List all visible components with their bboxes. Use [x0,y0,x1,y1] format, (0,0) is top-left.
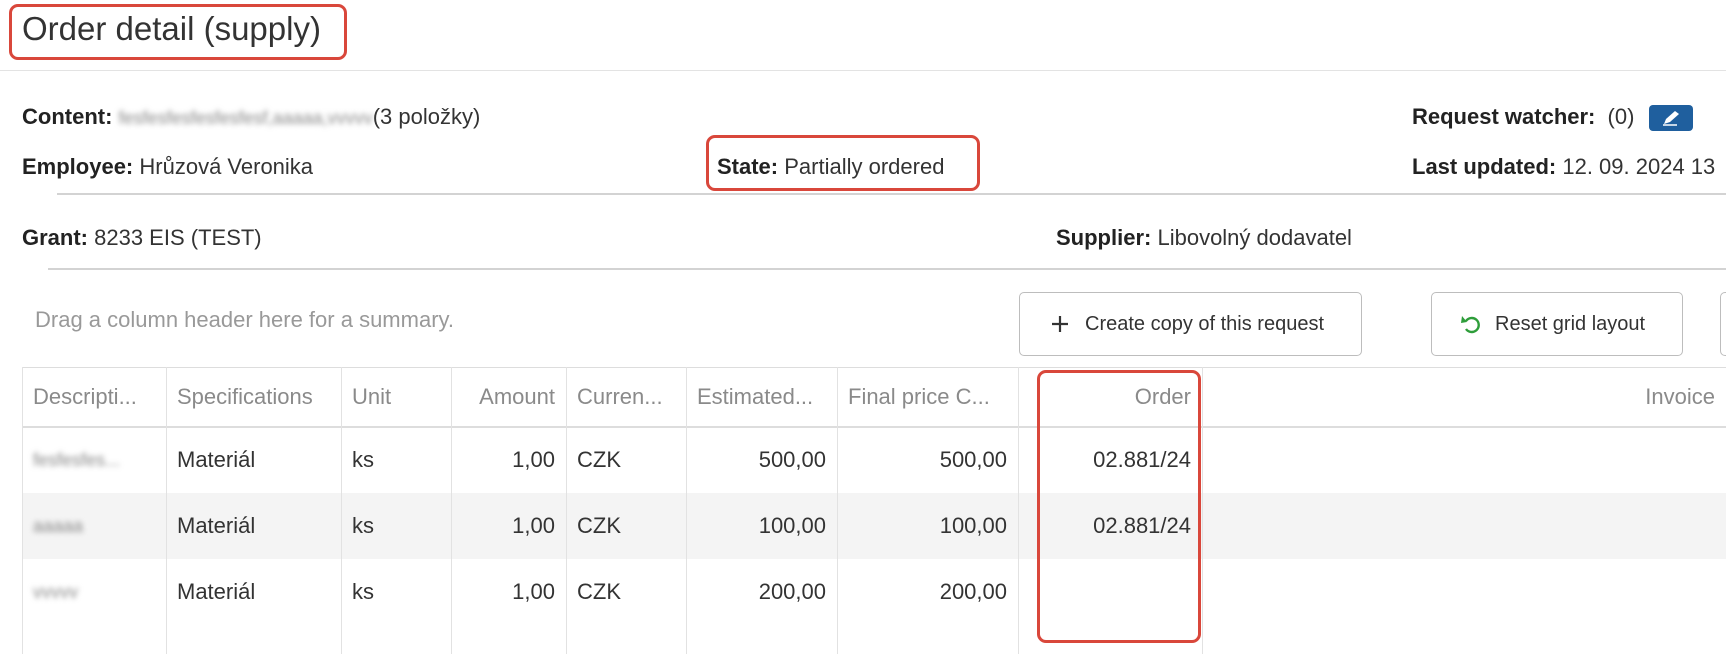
column-separator [166,367,167,654]
watcher-value: (0) [1607,104,1635,129]
grant-value: 8233 EIS (TEST) [94,225,262,250]
employee-field: Employee: Hrůzová Veronika [22,154,313,180]
col-header-invoice[interactable]: Invoice [1202,368,1726,426]
watcher-label: Request watcher: [1412,104,1596,129]
state-highlight [706,135,980,191]
table-row[interactable]: fesfesfes... Materiál ks 1,00 CZK 500,00… [22,427,1726,493]
cell-final-price: 500,00 [939,447,1007,472]
content-count: (3 položky) [372,104,481,129]
content-field: Content: fesfesfesfesfesfesf,aaaaa,vvvvv… [22,104,480,130]
last-updated-field: Last updated: 12. 09. 2024 13 [1412,154,1715,180]
pencil-icon [1662,111,1679,126]
cell-amount: 1,00 [512,513,555,538]
cell-description: aaaaa [33,515,84,536]
updated-label: Last updated: [1412,154,1557,179]
create-copy-button[interactable]: Create copy of this request [1019,292,1362,356]
column-separator [686,367,687,654]
table-row[interactable]: aaaaa Materiál ks 1,00 CZK 100,00 100,00… [22,493,1726,559]
column-separator [22,367,23,654]
title-highlight [9,4,347,60]
grant-divider [48,268,1726,270]
reset-grid-label: Reset grid layout [1495,312,1646,335]
cell-description: vvvvv [33,581,78,602]
cell-currency: CZK [577,513,621,538]
cell-final-price: 200,00 [939,579,1007,604]
content-value: fesfesfesfesfesfesf,aaaaa,vvvvv [118,108,373,128]
edit-watcher-button[interactable] [1648,105,1693,132]
column-separator [566,367,567,654]
col-header-estimated[interactable]: Estimated... [686,368,837,426]
cell-estimated: 500,00 [758,447,826,472]
grant-label: Grant: [22,225,88,250]
col-header-specifications[interactable]: Specifications [166,368,341,426]
table-row[interactable]: vvvvv Materiál ks 1,00 CZK 200,00 200,00 [22,559,1726,625]
group-panel-hint[interactable]: Drag a column header here for a summary. [35,307,454,333]
cell-specifications: Materiál [177,513,256,538]
grid-header-row: Descripti... Specifications Unit Amount … [22,367,1726,428]
employee-value: Hrůzová Veronika [139,154,314,179]
cell-unit: ks [352,513,374,538]
cell-invoice [1202,427,1726,493]
cell-invoice [1202,559,1726,625]
plus-icon [1052,316,1068,332]
cell-currency: CZK [577,447,621,472]
cell-specifications: Materiál [177,579,256,604]
cell-estimated: 200,00 [758,579,826,604]
cell-unit: ks [352,579,374,604]
supplier-label: Supplier: [1056,225,1152,250]
cell-unit: ks [352,447,374,472]
cell-amount: 1,00 [512,579,555,604]
undo-icon [1461,316,1480,334]
col-header-currency[interactable]: Curren... [566,368,686,426]
cell-currency: CZK [577,579,621,604]
cell-invoice [1202,493,1726,559]
supplier-field: Supplier: Libovolný dodavatel [1056,225,1352,251]
column-separator [341,367,342,654]
toolbar-button-partial[interactable] [1720,292,1726,356]
col-header-unit[interactable]: Unit [341,368,451,426]
column-separator [1018,367,1019,654]
column-separator [451,367,452,654]
supplier-value: Libovolný dodavatel [1157,225,1352,250]
title-divider [0,70,1726,71]
info-divider [57,193,1726,195]
reset-grid-button[interactable]: Reset grid layout [1431,292,1683,356]
col-header-amount[interactable]: Amount [451,368,566,426]
col-header-description[interactable]: Descripti... [22,368,166,426]
create-copy-label: Create copy of this request [1085,312,1325,335]
column-separator [1202,367,1203,654]
grant-field: Grant: 8233 EIS (TEST) [22,225,262,251]
employee-label: Employee: [22,154,134,179]
cell-description: fesfesfes... [33,449,121,470]
cell-specifications: Materiál [177,447,256,472]
order-column-highlight [1037,370,1201,643]
cell-amount: 1,00 [512,447,555,472]
updated-value: 12. 09. 2024 13 [1562,154,1716,179]
request-watcher-field: Request watcher: (0) [1412,104,1693,132]
cell-final-price: 100,00 [939,513,1007,538]
cell-estimated: 100,00 [758,513,826,538]
col-header-final-price[interactable]: Final price C... [837,368,1018,426]
content-label: Content: [22,104,113,129]
column-separator [837,367,838,654]
